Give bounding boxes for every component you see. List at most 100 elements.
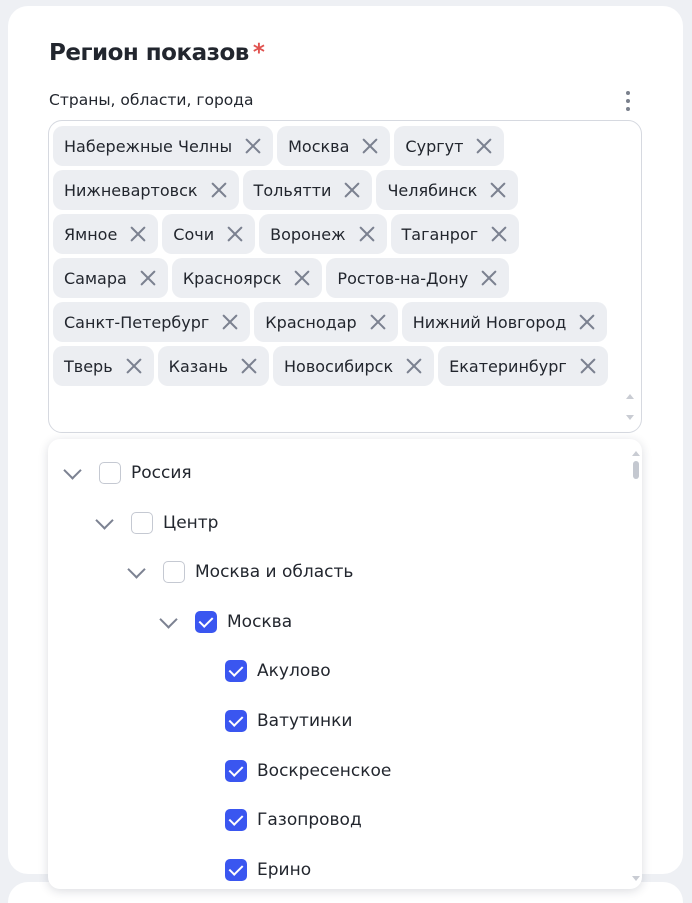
tree-item[interactable]: Ватутинки <box>225 706 352 736</box>
region-tag-label: Воронеж <box>270 224 346 244</box>
region-tag-label: Краснодар <box>265 312 357 332</box>
tag-box-resize-handle[interactable] <box>625 394 635 420</box>
region-tag-label: Нижний Новгород <box>412 312 567 332</box>
tree-item[interactable]: Ерино <box>225 855 311 885</box>
chevron-down-icon[interactable] <box>157 611 179 633</box>
remove-tag-icon[interactable] <box>576 311 598 333</box>
more-options-icon[interactable] <box>618 88 638 114</box>
checkbox-checked[interactable] <box>195 610 217 633</box>
region-tag: Тольятти <box>242 170 373 210</box>
region-tag: Екатеринбург <box>438 346 608 386</box>
section-title-text: Регион показов <box>49 40 249 66</box>
tree-item[interactable]: Газопровод <box>225 805 362 835</box>
region-tag: Сочи <box>162 214 256 254</box>
tag-row: Самара Красноярск Ростов-на-Дону <box>53 258 643 298</box>
remove-tag-icon[interactable] <box>473 135 495 157</box>
tag-row: Набережные Челны Москва Сургут <box>53 126 643 166</box>
tree-item-label: Москва <box>227 611 293 632</box>
region-tag: Нижневартовск <box>53 170 239 210</box>
region-tag: Ростов-на-Дону <box>326 258 510 298</box>
tag-row: Нижневартовск Тольятти Челябинск <box>53 170 643 210</box>
remove-tag-icon[interactable] <box>137 267 159 289</box>
region-tag-label: Красноярск <box>182 268 282 288</box>
remove-tag-icon[interactable] <box>367 311 389 333</box>
region-tree-dropdown: Россия Центр Москва и область Москва Акулово… <box>48 439 642 889</box>
tree-item-label: Акулово <box>257 661 331 682</box>
region-tag-label: Тольятти <box>253 180 332 200</box>
region-tag-label: Сочи <box>173 224 215 244</box>
tree-item-label: Ерино <box>257 859 312 880</box>
tree-item-label: Воскресенское <box>257 760 392 781</box>
region-tag-label: Нижневартовск <box>64 180 198 200</box>
checkbox[interactable] <box>163 561 185 584</box>
remove-tag-icon[interactable] <box>478 267 500 289</box>
checkbox-checked[interactable] <box>225 809 247 832</box>
checkbox-checked[interactable] <box>225 759 247 782</box>
field-label: Страны, области, города <box>49 91 254 109</box>
region-tag-label: Самара <box>64 268 127 288</box>
region-tag-label: Екатеринбург <box>449 356 567 376</box>
remove-tag-icon[interactable] <box>577 355 599 377</box>
checkbox[interactable] <box>131 511 153 534</box>
remove-tag-icon[interactable] <box>242 135 264 157</box>
dropdown-scrollbar[interactable] <box>632 451 640 881</box>
tree-item[interactable]: Москва и область <box>125 557 353 587</box>
tree-item[interactable]: Центр <box>93 508 218 538</box>
chevron-down-icon[interactable] <box>93 512 115 534</box>
scroll-up-arrow-icon[interactable] <box>632 451 640 456</box>
scroll-down-arrow-icon[interactable] <box>632 876 640 881</box>
tree-item[interactable]: Акулово <box>225 656 331 686</box>
remove-tag-icon[interactable] <box>487 179 509 201</box>
region-tag: Таганрог <box>390 214 520 254</box>
chevron-down-icon[interactable] <box>125 561 147 583</box>
region-tag: Москва <box>277 126 391 166</box>
region-tag: Тверь <box>53 346 154 386</box>
remove-tag-icon[interactable] <box>488 223 510 245</box>
section-title: Регион показов * <box>49 40 265 66</box>
region-tag: Воронеж <box>259 214 387 254</box>
tree-item[interactable]: Москва <box>157 607 292 637</box>
remove-tag-icon[interactable] <box>127 223 149 245</box>
region-tag: Санкт-Петербург <box>53 302 251 342</box>
region-tag: Челябинск <box>376 170 519 210</box>
checkbox-checked[interactable] <box>225 660 247 683</box>
region-tag-label: Тверь <box>64 356 113 376</box>
region-tag: Ямное <box>53 214 159 254</box>
region-tag: Набережные Челны <box>53 126 274 166</box>
tag-row: Санкт-Петербург Краснодар Нижний Новгород <box>53 302 643 342</box>
tag-row: Ямное Сочи Воронеж Таганрог <box>53 214 643 254</box>
tree-item[interactable]: Россия <box>61 458 192 488</box>
region-tag-label: Москва <box>288 136 350 156</box>
tree-item-label: Ватутинки <box>257 711 353 731</box>
remove-tag-icon[interactable] <box>224 223 246 245</box>
remove-tag-icon[interactable] <box>341 179 363 201</box>
tree-item[interactable]: Воскресенское <box>225 756 391 786</box>
tag-list: Набережные Челны Москва Сургут Нижневартовс… <box>53 126 643 390</box>
remove-tag-icon[interactable] <box>208 179 230 201</box>
tree-item-label: Москва и область <box>195 562 354 583</box>
region-tag-label: Ямное <box>64 224 118 244</box>
remove-tag-icon[interactable] <box>356 223 378 245</box>
chevron-down-icon[interactable] <box>61 462 83 484</box>
region-tag: Новосибирск <box>273 346 435 386</box>
required-mark: * <box>252 40 265 66</box>
region-tag-label: Казань <box>168 356 229 376</box>
tree-item-label: Россия <box>131 463 192 483</box>
checkbox-checked[interactable] <box>225 710 247 732</box>
remove-tag-icon[interactable] <box>123 355 145 377</box>
region-tag-label: Таганрог <box>401 224 479 244</box>
checkbox[interactable] <box>99 462 121 484</box>
remove-tag-icon[interactable] <box>219 311 241 333</box>
tree-item-label: Газопровод <box>257 810 362 831</box>
remove-tag-icon[interactable] <box>238 355 260 377</box>
region-tag-label: Новосибирск <box>284 356 394 376</box>
region-tag-label: Сургут <box>405 136 464 156</box>
region-tag-input[interactable]: Набережные Челны Москва Сургут Нижневартовс… <box>48 120 642 433</box>
remove-tag-icon[interactable] <box>291 267 313 289</box>
scrollbar-thumb[interactable] <box>633 461 639 479</box>
remove-tag-icon[interactable] <box>403 355 425 377</box>
remove-tag-icon[interactable] <box>359 135 381 157</box>
checkbox-checked[interactable] <box>225 858 247 881</box>
region-tag: Сургут <box>394 126 505 166</box>
tree-item-label: Центр <box>163 512 219 533</box>
